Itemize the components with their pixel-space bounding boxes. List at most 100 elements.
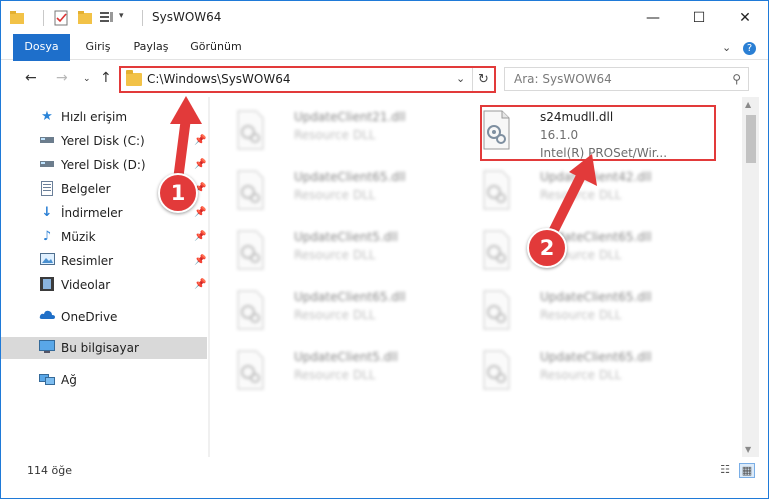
tab-view[interactable]: Görünüm: [183, 34, 249, 60]
sidebar-item-music[interactable]: ♪ Müzik 📌: [1, 226, 207, 248]
drive-icon: [39, 157, 55, 173]
file-description: Resource DLL: [540, 368, 622, 382]
file-description: Resource DLL: [540, 308, 622, 322]
ribbon-collapse-icon[interactable]: ⌄: [722, 41, 731, 54]
recent-locations-icon[interactable]: ⌄: [83, 74, 91, 84]
dll-file-icon: [237, 170, 264, 210]
separator: [43, 10, 44, 26]
pin-icon[interactable]: 📌: [194, 159, 206, 170]
dll-file-icon: [483, 170, 510, 210]
status-bar: 114 öğe ☷ ▦: [1, 460, 768, 482]
sidebar-scrollbar[interactable]: [208, 97, 210, 457]
content-scrollbar[interactable]: ▲ ▼: [742, 97, 759, 457]
picture-icon: [39, 253, 55, 269]
sidebar-item-label: Ağ: [61, 373, 77, 387]
pin-icon[interactable]: 📌: [194, 207, 206, 218]
scroll-down-icon[interactable]: ▼: [745, 445, 751, 454]
pin-icon[interactable]: 📌: [194, 279, 206, 290]
sidebar-item-label: Yerel Disk (C:): [61, 134, 145, 148]
file-item[interactable]: UpdateClient5.dll Resource DLL: [224, 342, 459, 398]
file-item[interactable]: UpdateClient42.dll Resource DLL: [470, 162, 705, 218]
address-path[interactable]: C:\Windows\SysWOW64: [147, 72, 291, 86]
document-icon: [39, 181, 55, 197]
download-icon: ↓: [41, 205, 53, 220]
file-item[interactable]: UpdateClient65.dll Resource DLL: [224, 282, 459, 338]
file-description: Resource DLL: [294, 128, 376, 142]
up-arrow-icon[interactable]: ↑: [100, 70, 112, 86]
file-name: UpdateClient5.dll: [294, 350, 398, 364]
dll-file-icon: [483, 350, 510, 390]
callout-two: 2: [527, 228, 567, 268]
callout-one: 1: [158, 173, 198, 213]
search-placeholder[interactable]: Ara: SysWOW64: [514, 72, 612, 86]
help-icon[interactable]: ?: [743, 42, 756, 55]
file-description: Resource DLL: [294, 308, 376, 322]
file-name: UpdateClient65.dll: [540, 350, 652, 364]
title-bar: ▾ SysWOW64 — ☐ ✕: [1, 1, 768, 34]
sidebar-item-videos[interactable]: Videolar 📌: [1, 274, 207, 296]
video-icon: [39, 277, 55, 293]
pin-icon[interactable]: 📌: [194, 231, 206, 242]
sidebar-item-label: Resimler: [61, 254, 114, 268]
file-item[interactable]: UpdateClient65.dll Resource DLL: [470, 222, 705, 278]
file-description: Resource DLL: [294, 368, 376, 382]
item-count: 114 öğe: [27, 464, 72, 477]
sidebar-item-disk-c[interactable]: Yerel Disk (C:) 📌: [1, 130, 207, 152]
navigation-bar: ← → ⌄ ↑ C:\Windows\SysWOW64 ⌄ ↻ Ara: Sys…: [1, 61, 768, 97]
file-description: Resource DLL: [540, 188, 622, 202]
navigation-pane: ★ Hızlı erişim Yerel Disk (C:) 📌 Yerel D…: [1, 97, 211, 457]
separator: [142, 10, 143, 26]
quick-access-dropdown-icon[interactable]: ▾: [119, 11, 124, 29]
file-name: UpdateClient42.dll: [540, 170, 652, 184]
sidebar-item-this-pc[interactable]: Bu bilgisayar: [1, 337, 207, 359]
scrollbar-thumb[interactable]: [746, 115, 756, 163]
music-icon: ♪: [42, 229, 52, 244]
new-folder-icon[interactable]: [77, 9, 93, 27]
sidebar-item-label: Hızlı erişim: [61, 110, 128, 124]
network-icon: [39, 372, 55, 388]
file-item[interactable]: UpdateClient65.dll Resource DLL: [470, 342, 705, 398]
dll-file-icon: [237, 350, 264, 390]
dll-file-icon: [483, 290, 510, 330]
file-item[interactable]: UpdateClient21.dll Resource DLL: [224, 102, 459, 158]
search-icon: ⚲: [732, 72, 741, 86]
file-item[interactable]: UpdateClient5.dll Resource DLL: [224, 222, 459, 278]
window-title: SysWOW64: [152, 10, 222, 24]
file-item[interactable]: UpdateClient65.dll Resource DLL: [224, 162, 459, 218]
scroll-up-icon[interactable]: ▲: [745, 100, 751, 109]
file-description: Resource DLL: [294, 188, 376, 202]
highlight-frame: [480, 105, 716, 161]
tab-home[interactable]: Giriş: [75, 34, 121, 60]
file-item[interactable]: UpdateClient65.dll Resource DLL: [470, 282, 705, 338]
sidebar-item-pictures[interactable]: Resimler 📌: [1, 250, 207, 272]
star-icon: ★: [41, 109, 53, 124]
sidebar-item-onedrive[interactable]: OneDrive: [1, 306, 207, 328]
explorer-window: ▾ SysWOW64 — ☐ ✕ Dosya Giriş Paylaş Görü…: [0, 0, 769, 499]
minimize-button[interactable]: —: [630, 1, 676, 34]
sidebar-item-label: Videolar: [61, 278, 111, 292]
folder-icon: [126, 70, 142, 86]
file-name: UpdateClient65.dll: [540, 290, 652, 304]
sidebar-item-quick-access[interactable]: ★ Hızlı erişim: [1, 106, 207, 128]
sidebar-item-label: Belgeler: [61, 182, 111, 196]
dll-file-icon: [237, 230, 264, 270]
maximize-button[interactable]: ☐: [676, 1, 722, 34]
pin-icon[interactable]: 📌: [194, 255, 206, 266]
back-arrow-icon[interactable]: ←: [25, 70, 37, 86]
tab-share[interactable]: Paylaş: [125, 34, 177, 60]
pin-icon[interactable]: 📌: [194, 135, 206, 146]
search-box[interactable]: Ara: SysWOW64 ⚲: [504, 67, 749, 91]
close-button[interactable]: ✕: [722, 1, 768, 34]
sidebar-item-label: Müzik: [61, 230, 96, 244]
details-view-icon[interactable]: ☷: [717, 463, 733, 478]
address-dropdown-icon[interactable]: ⌄: [456, 72, 465, 85]
refresh-icon[interactable]: ↻: [472, 68, 494, 91]
tiles-view-icon[interactable]: ▦: [739, 463, 755, 478]
customize-toolbar-icon[interactable]: [99, 9, 117, 27]
forward-arrow-icon[interactable]: →: [56, 70, 68, 86]
computer-icon: [39, 340, 55, 356]
properties-icon[interactable]: [53, 9, 69, 27]
file-description: Resource DLL: [294, 248, 376, 262]
address-bar[interactable]: C:\Windows\SysWOW64 ⌄ ↻: [119, 66, 496, 93]
sidebar-item-network[interactable]: Ağ: [1, 369, 207, 391]
